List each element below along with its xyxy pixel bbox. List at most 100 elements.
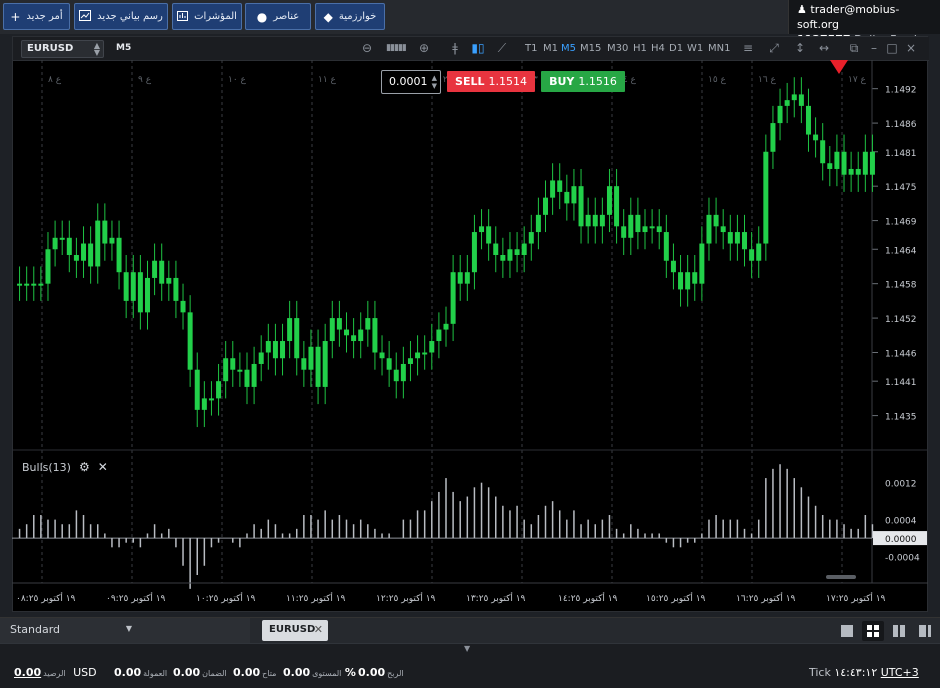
layout-grid-icon[interactable] — [862, 621, 884, 641]
lot-value: 0.0001 — [389, 75, 428, 88]
layout-split-icon[interactable] — [914, 621, 936, 641]
candle-body — [187, 312, 193, 370]
time-tick-label: ١٩ أكتوبر ١٦:٢٥ — [736, 592, 796, 604]
price-tick-label: 1.1441 — [885, 378, 917, 388]
candle-body — [500, 255, 506, 261]
sell-button[interactable]: SELL 1.1514 — [447, 71, 535, 92]
indicator-list-icon[interactable]: ≡ — [740, 41, 756, 55]
available-value: 0.00 — [233, 666, 261, 679]
timeframe-d1[interactable]: D1 — [669, 43, 683, 54]
candle-body — [208, 398, 214, 401]
chart-tab-label: EURUSD — [269, 624, 316, 635]
layout-columns-icon[interactable] — [888, 621, 910, 641]
candle-body — [144, 277, 150, 313]
candle-body — [31, 283, 37, 286]
timeframe-m15[interactable]: M15 — [580, 43, 601, 54]
candle-body — [258, 352, 264, 364]
zoom-in-icon[interactable]: ⊕ — [416, 41, 432, 55]
candle-body — [514, 249, 520, 255]
indicators-button[interactable]: المؤشرات — [172, 3, 242, 30]
line-chart-type-icon[interactable]: ⟋ — [494, 41, 510, 56]
close-tab-icon[interactable]: ✕ — [314, 623, 323, 636]
level-zero: 0.00 — [283, 666, 311, 679]
candle-body — [351, 335, 357, 342]
new-order-button[interactable]: + أمر جديد — [3, 3, 70, 30]
candle-body — [749, 249, 755, 261]
candle-body — [678, 272, 684, 290]
popout-icon[interactable]: ⧉ — [846, 41, 862, 56]
timeframe-m5[interactable]: M5 — [561, 43, 576, 54]
settings-gear-icon[interactable]: ⚙ — [79, 460, 90, 474]
chart-tab-eurusd[interactable]: EURUSD ✕ — [262, 620, 328, 641]
candle-body — [194, 369, 200, 410]
profit-label: الربح — [387, 669, 404, 678]
time-tick-label: ١٩ أكتوبر ١٥:٢٥ — [646, 592, 706, 604]
layout-select[interactable]: Standard ▼ — [0, 618, 250, 644]
new-chart-label: رسم بياني جديد — [97, 11, 163, 22]
maximize-icon[interactable]: □ — [884, 41, 900, 55]
candle-body — [294, 318, 300, 359]
balance-stat: 0.00 الرصيد USD — [14, 666, 97, 679]
zoom-out-icon[interactable]: ⊖ — [359, 41, 375, 55]
candle-body — [685, 272, 691, 290]
candle-body — [543, 197, 549, 215]
horizontal-scale-icon[interactable]: ↔ — [816, 41, 832, 55]
candle-body — [308, 346, 314, 370]
candle-body — [73, 255, 79, 261]
timeframe-m30[interactable]: M30 — [607, 43, 628, 54]
remove-indicator-icon[interactable]: ✕ — [98, 460, 108, 474]
new-order-label: أمر جديد — [26, 11, 63, 22]
balance-label: الرصيد — [43, 669, 66, 678]
timeframe-h4[interactable]: H4 — [651, 43, 665, 54]
elements-button[interactable]: ● عناصر — [245, 3, 311, 30]
candle-body — [422, 352, 428, 355]
close-icon[interactable]: × — [903, 41, 919, 55]
layout-single-icon[interactable] — [836, 621, 858, 641]
fit-icon[interactable]: ⤢ — [766, 41, 782, 56]
timeframe-m1[interactable]: M1 — [543, 43, 558, 54]
timeframe-mn1[interactable]: MN1 — [708, 43, 730, 54]
balance-value: 0.00 — [14, 666, 42, 679]
bulls-tick-label: -0.0004 — [885, 554, 920, 564]
candle-chart-type-icon[interactable]: ▮▯ — [470, 41, 486, 55]
algorithms-label: خوارزمية — [338, 11, 377, 22]
candle-body — [578, 186, 584, 227]
candle-body — [152, 260, 158, 278]
bar-chart-type-icon[interactable]: ǂ — [447, 41, 463, 55]
symbol-select[interactable]: EURUSD ▲ ▼ — [21, 40, 104, 58]
timeframe-h1[interactable]: H1 — [633, 43, 647, 54]
currency: USD — [73, 666, 97, 679]
candle-body — [230, 358, 236, 370]
vertical-scale-icon[interactable]: ↕ — [792, 41, 808, 55]
new-chart-button[interactable]: رسم بياني جديد — [74, 3, 168, 30]
candle-body — [699, 243, 705, 284]
session-label: ع ١٠ — [228, 75, 247, 85]
candle-body — [407, 358, 413, 364]
price-chart[interactable]: ع ٨ع ٩ع ١٠ع ١١ع ١٢ع ١٣ع ١٤ع ١٥ع ١٦ع ١٧1.… — [12, 60, 928, 612]
candle-body — [841, 151, 847, 175]
candle-body — [528, 232, 534, 244]
lot-input[interactable]: 0.0001 ▲ ▼ — [381, 70, 441, 94]
candle-body — [95, 220, 101, 267]
price-tick-label: 1.1446 — [885, 350, 917, 360]
timeframe-w1[interactable]: W1 — [687, 43, 703, 54]
candle-body — [251, 363, 257, 387]
elements-label: عناصر — [273, 11, 300, 22]
timeframe-t1[interactable]: T1 — [525, 43, 537, 54]
collapse-arrow-icon[interactable]: ▼ — [464, 644, 470, 653]
zoom-level-icon: ▮▮▮▮▮ — [386, 43, 407, 53]
minimize-icon[interactable]: – — [866, 41, 882, 55]
candle-body — [820, 140, 826, 164]
timezone[interactable]: UTC+3 — [881, 666, 919, 679]
algorithms-button[interactable]: ◆ خوارزمية — [315, 3, 385, 30]
candle-body — [599, 214, 605, 227]
candle-body — [848, 168, 854, 175]
buy-label: BUY — [549, 75, 575, 88]
candle-body — [400, 363, 406, 382]
account-panel[interactable]: ♟ trader@mobius-soft.org 1137577 Dollar … — [788, 0, 940, 46]
price-tick-label: 1.1452 — [885, 315, 917, 325]
buy-button[interactable]: BUY 1.1516 — [541, 71, 625, 92]
candle-body — [614, 186, 620, 227]
candle-body — [130, 272, 136, 301]
candle-body — [336, 318, 342, 330]
